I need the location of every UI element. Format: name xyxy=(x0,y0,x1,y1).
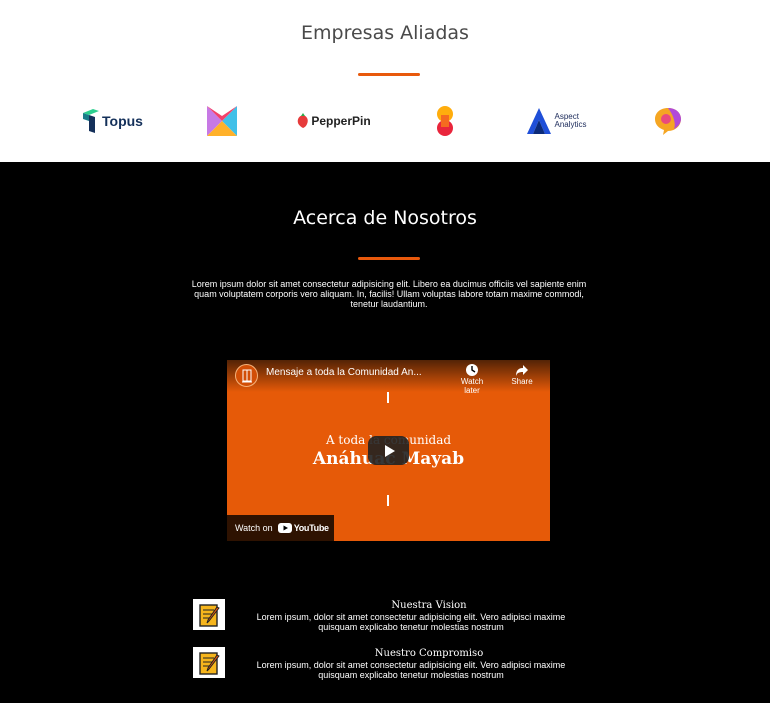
play-icon xyxy=(384,444,395,457)
notepad-pencil-icon xyxy=(193,599,225,630)
about-title-underline xyxy=(358,257,420,260)
topus-logo[interactable]: Topus xyxy=(80,100,144,142)
commitment-item: Nuestro Compromiso Lorem ipsum, dolor si… xyxy=(193,647,585,681)
vision-text: Lorem ipsum, dolor sit amet consectetur … xyxy=(256,612,566,632)
share-icon xyxy=(516,365,528,376)
youtube-video-embed[interactable]: Mensaje a toda la Comunidad An... Watch … xyxy=(227,360,550,541)
watch-later-button[interactable]: Watch later xyxy=(452,363,492,395)
pepperpin-logo[interactable]: PepperPin xyxy=(291,100,377,142)
divider-top xyxy=(387,392,389,403)
about-section: Acerca de Nosotros Lorem ipsum dolor sit… xyxy=(0,162,770,703)
vision-item: Nuestra Vision Lorem ipsum, dolor sit am… xyxy=(193,599,585,633)
pepper-icon xyxy=(298,113,309,128)
vision-title: Nuestra Vision xyxy=(391,600,467,611)
clock-icon xyxy=(466,364,478,376)
divider-bottom xyxy=(387,495,389,506)
about-title: Acerca de Nosotros xyxy=(293,207,477,229)
university-icon xyxy=(241,369,252,382)
s-icon xyxy=(436,106,453,136)
chat-bubble-logo[interactable] xyxy=(653,100,682,142)
s-logo[interactable] xyxy=(433,100,456,142)
partner-logos: Topus PepperPin Aspect Analytics xyxy=(0,100,770,142)
m-icon xyxy=(206,106,237,136)
video-title[interactable]: Mensaje a toda la Comunidad An... xyxy=(266,367,422,378)
partners-title-underline xyxy=(358,73,420,76)
chat-bubble-icon xyxy=(654,108,681,135)
aspect-icon xyxy=(527,108,552,134)
share-button[interactable]: Share xyxy=(502,363,542,386)
commitment-title: Nuestro Compromiso xyxy=(374,648,484,659)
about-description: Lorem ipsum dolor sit amet consectetur a… xyxy=(191,279,587,309)
youtube-icon xyxy=(277,523,292,533)
channel-avatar[interactable] xyxy=(235,364,258,387)
m-logo[interactable] xyxy=(205,100,238,142)
play-button[interactable] xyxy=(368,436,409,465)
commitment-text: Lorem ipsum, dolor sit amet consectetur … xyxy=(256,660,566,680)
topus-icon xyxy=(83,109,100,133)
partners-title: Empresas Aliadas xyxy=(301,22,469,44)
watch-on-youtube-button[interactable]: Watch on YouTube xyxy=(227,515,334,541)
partners-section: Empresas Aliadas Topus PepperPin Aspect … xyxy=(0,0,770,162)
notepad-pencil-icon xyxy=(193,647,225,678)
aspect-analytics-logo[interactable]: Aspect Analytics xyxy=(522,100,592,142)
